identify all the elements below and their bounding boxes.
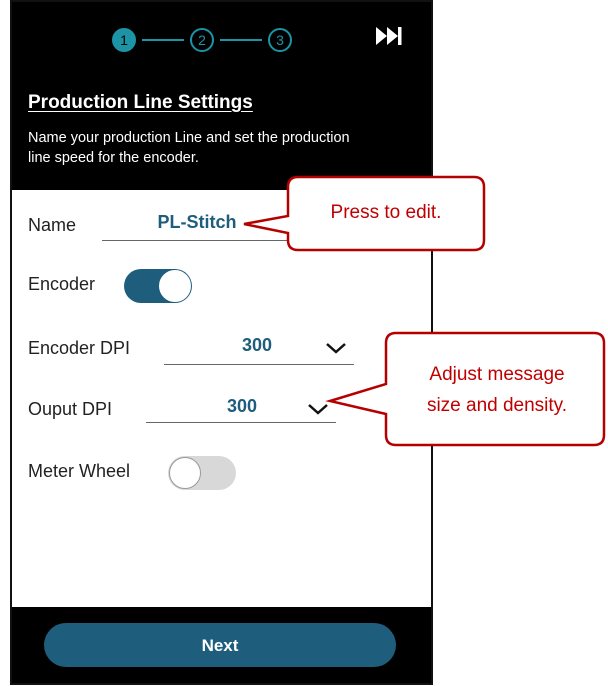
dpi-callout-line2: size and density. xyxy=(426,395,568,416)
dpi-callout-line1: Adjust message xyxy=(429,364,565,385)
edit-callout-text: Press to edit. xyxy=(330,202,442,223)
callout-shapes xyxy=(243,175,606,447)
